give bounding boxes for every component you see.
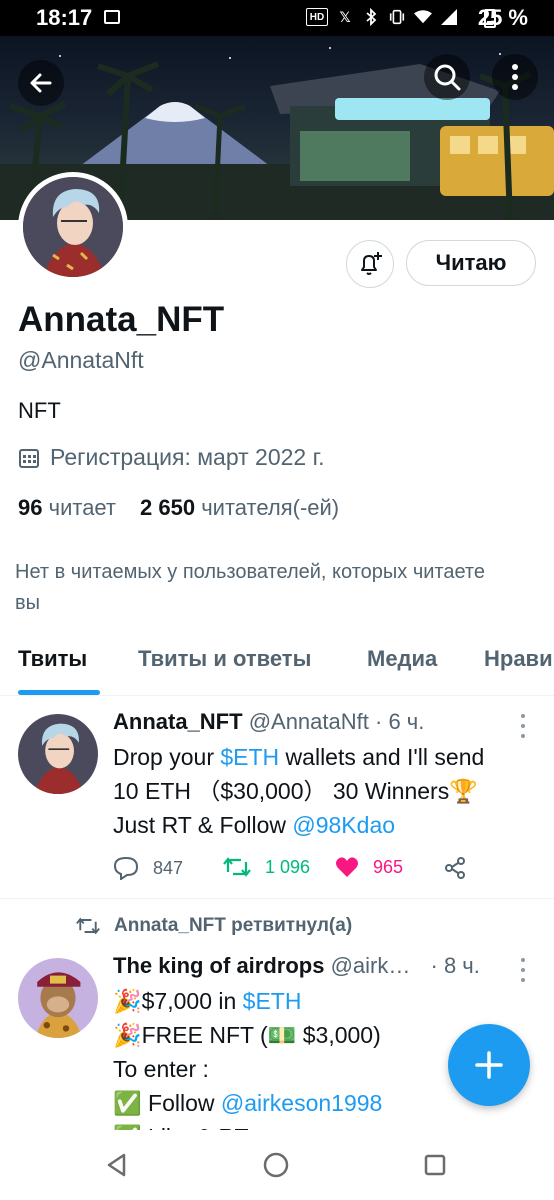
- retweet-icon: [223, 857, 251, 877]
- bell-plus-icon: [361, 252, 382, 275]
- following-count-link[interactable]: 96 читает: [18, 495, 116, 521]
- tweet-more-icon[interactable]: [518, 958, 528, 982]
- notifications-button[interactable]: [346, 240, 394, 288]
- status-bar: 18:17 HD 𝕏 25 %: [0, 0, 554, 36]
- join-date-text: Регистрация: март 2022 г.: [50, 444, 325, 470]
- tweet-text-segment: wallets and I'll send: [279, 744, 485, 770]
- tweet-more-icon[interactable]: [518, 714, 528, 738]
- tab-media[interactable]: Медиа: [367, 646, 437, 672]
- tweet-time: · 8 ч.: [430, 953, 480, 978]
- following-label: читает: [48, 495, 117, 520]
- calendar-icon: [19, 448, 39, 468]
- wifi-icon: [414, 8, 432, 26]
- mutual-followers-note: Нет в читаемых у пользователей, которых …: [15, 561, 485, 614]
- tab-tweets-replies[interactable]: Твиты и ответы: [138, 646, 311, 672]
- more-vertical-icon: [512, 64, 518, 90]
- reply-button[interactable]: 847: [113, 856, 183, 880]
- tweet-author-handle[interactable]: @AnnataNft: [249, 709, 369, 734]
- followers-count-link[interactable]: 2 650 читателя(-ей): [140, 495, 339, 521]
- tweet-author-handle[interactable]: @airk…: [331, 953, 411, 978]
- retweeted-by[interactable]: Annata_NFT ретвитнул(а): [76, 915, 352, 937]
- display-name: Annata_NFT: [18, 300, 225, 339]
- retweet-count: 1 096: [265, 856, 311, 877]
- tweet-author-name[interactable]: The king of airdrops: [113, 953, 324, 978]
- status-time: 18:17: [36, 5, 93, 30]
- tweet-time: · 6 ч.: [375, 709, 425, 734]
- retweeted-by-text: Annata_NFT ретвитнул(а): [114, 915, 353, 936]
- follow-counts: 96 читает 2 650 читателя(-ей): [18, 495, 339, 521]
- join-date: Регистрация: март 2022 г.: [18, 444, 325, 471]
- home-circle-icon: [263, 1152, 289, 1178]
- search-button[interactable]: [424, 54, 470, 100]
- tweet-header: Annata_NFT @AnnataNft · 6 ч.: [113, 709, 424, 735]
- tweet-text-line: 10 ETH （$30,000） 30 Winners🏆: [113, 778, 478, 804]
- profile-avatar[interactable]: [18, 172, 128, 282]
- reply-count: 847: [153, 857, 184, 878]
- signal-icon: [440, 8, 458, 26]
- heart-filled-icon: [336, 857, 358, 877]
- reply-icon: [113, 856, 139, 880]
- compose-tweet-button[interactable]: [448, 1024, 530, 1106]
- battery-percent: 25 %: [477, 5, 528, 30]
- back-button[interactable]: [18, 60, 64, 106]
- nav-recents-button[interactable]: [420, 1150, 450, 1180]
- tweet-text-segment: Just RT & Follow: [113, 812, 293, 838]
- tweet-avatar[interactable]: [18, 714, 98, 794]
- tweet-avatar[interactable]: [18, 958, 98, 1038]
- bluetooth-icon: [362, 8, 380, 26]
- more-options-button[interactable]: [492, 54, 538, 100]
- tweet-divider: [0, 898, 554, 899]
- share-button[interactable]: [443, 856, 467, 880]
- arrow-left-icon: [30, 73, 52, 93]
- hd-signal-icon: HD: [306, 8, 328, 26]
- followers-label: читателя(-ей): [201, 495, 340, 520]
- picture-icon: [104, 10, 120, 24]
- back-triangle-icon: [107, 1153, 126, 1177]
- tweet-text-segment: 🎉$7,000 in: [113, 988, 243, 1014]
- plus-icon: [475, 1051, 503, 1079]
- recents-square-icon: [424, 1154, 446, 1176]
- profile-handle: @AnnataNft: [18, 347, 144, 373]
- mention-link[interactable]: @airkeson1998: [221, 1090, 382, 1116]
- share-icon: [445, 857, 465, 879]
- tweet-header: The king of airdrops @airk… · 8 ч.: [113, 953, 480, 979]
- cashtag-link[interactable]: $ETH: [220, 744, 279, 770]
- followers-count: 2 650: [140, 495, 196, 520]
- x-icon: 𝕏: [339, 8, 351, 25]
- active-tab-indicator: [18, 690, 100, 695]
- avatar-illustration: [18, 714, 98, 794]
- retweet-button[interactable]: 1 096: [223, 856, 310, 878]
- tab-likes[interactable]: Нрави: [484, 646, 553, 672]
- mention-link[interactable]: @98Kdao: [292, 812, 395, 838]
- like-button[interactable]: 965: [335, 856, 403, 878]
- tweet-text-segment: Drop your: [113, 744, 221, 770]
- ape-avatar-illustration: [18, 958, 98, 1038]
- following-button[interactable]: Читаю: [406, 240, 536, 286]
- tweet-text: Drop your $ETH wallets and I'll send 10 …: [113, 740, 533, 842]
- cashtag-link[interactable]: $ETH: [243, 988, 302, 1014]
- vibrate-icon: [388, 8, 406, 26]
- tweet-actions: 847 1 096 965: [113, 856, 533, 886]
- tweet-author-name[interactable]: Annata_NFT: [113, 709, 243, 734]
- tab-tweets[interactable]: Твиты: [18, 646, 87, 672]
- retweet-icon: [76, 917, 100, 935]
- nav-home-button[interactable]: [261, 1150, 291, 1180]
- avatar-illustration: [23, 177, 123, 277]
- system-nav-bar: [0, 1130, 554, 1200]
- profile-tabs: Твиты Твиты и ответы Медиа Нрави: [0, 632, 554, 696]
- like-count: 965: [373, 856, 404, 877]
- profile-bio: NFT: [18, 398, 61, 423]
- nav-back-button[interactable]: [102, 1150, 132, 1180]
- tweet-text-segment: ✅ Follow: [113, 1090, 221, 1116]
- search-icon: [434, 64, 461, 91]
- following-count: 96: [18, 495, 43, 520]
